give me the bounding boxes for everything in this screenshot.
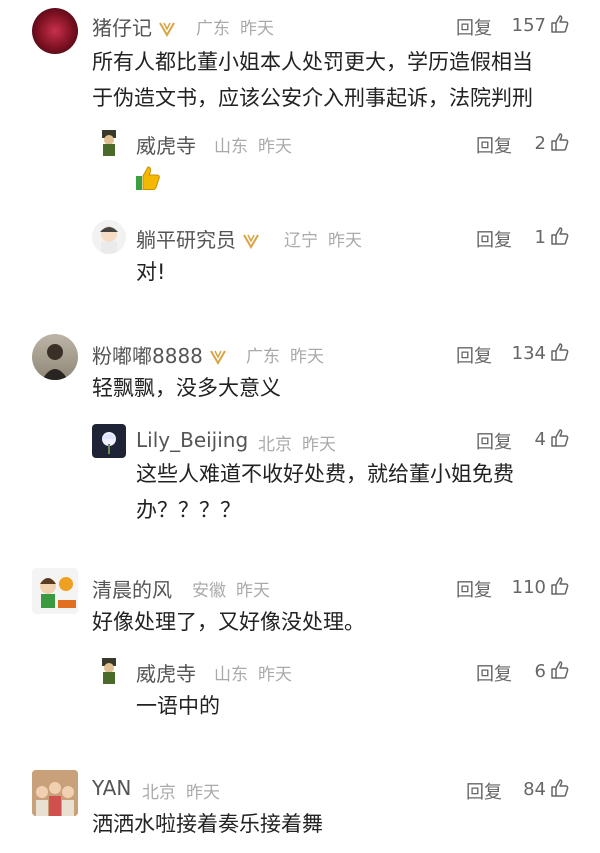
thumbs-up-icon: [551, 577, 569, 595]
avatar[interactable]: [92, 424, 126, 458]
thumbs-up-icon: [551, 779, 569, 797]
like-button[interactable]: 157: [512, 14, 570, 36]
like-button[interactable]: 84: [523, 778, 570, 800]
vip-badge-icon: [159, 22, 175, 37]
avatar[interactable]: [32, 770, 78, 816]
comment-meta: 北京 昨天: [142, 783, 220, 803]
thumbs-up-icon: [551, 133, 569, 151]
reply-button[interactable]: 回复: [456, 576, 492, 602]
like-button[interactable]: 2: [535, 132, 570, 154]
reply-button[interactable]: 回复: [456, 342, 492, 368]
reply-author[interactable]: 躺平研究员: [136, 224, 260, 253]
reply-button[interactable]: 回复: [476, 428, 512, 454]
avatar[interactable]: [92, 126, 126, 160]
reply-button[interactable]: 回复: [476, 132, 512, 158]
avatar[interactable]: [92, 654, 126, 688]
reply-button[interactable]: 回复: [466, 778, 502, 804]
reply-button[interactable]: 回复: [456, 14, 492, 40]
avatar[interactable]: [92, 220, 126, 254]
reply-text: 对!: [136, 260, 166, 284]
reply-text: 一语中的: [136, 694, 220, 718]
thumbs-up-icon: [551, 429, 569, 447]
reply-button[interactable]: 回复: [476, 660, 512, 686]
like-button[interactable]: 6: [535, 660, 570, 682]
comment-text: 所有人都比董小姐本人处罚更大，学历造假相当 于伪造文书，应该公安介入刑事起诉，法…: [92, 50, 533, 110]
reply-text: 这些人难道不收好处费，就给董小姐免费 办？？？？: [136, 462, 514, 522]
comment-author[interactable]: 猪仔记: [92, 12, 176, 41]
thumbs-up-icon: [551, 15, 569, 33]
thumbs-up-icon: [551, 227, 569, 245]
comment-author[interactable]: YAN: [92, 776, 131, 800]
thumbs-up-icon: [551, 343, 569, 361]
comment-text: 轻飘飘，没多大意义: [92, 376, 281, 400]
comment-meta: 广东 昨天: [196, 19, 274, 39]
like-button[interactable]: 1: [535, 226, 570, 248]
like-button[interactable]: 4: [535, 428, 570, 450]
comment-text: 洒洒水啦接着奏乐接着舞: [92, 812, 323, 836]
like-button[interactable]: 134: [512, 342, 570, 364]
avatar[interactable]: [32, 8, 78, 54]
reply-meta: 山东 昨天: [214, 137, 292, 157]
comment-author[interactable]: 粉嘟嘟8888: [92, 340, 227, 369]
reply-author[interactable]: Lily_Beijing: [136, 428, 248, 452]
avatar[interactable]: [32, 334, 78, 380]
comment-meta: 安徽 昨天: [192, 581, 270, 601]
like-button[interactable]: 110: [512, 576, 570, 598]
vip-badge-icon: [243, 234, 259, 249]
comment-author[interactable]: 清晨的风: [92, 574, 172, 603]
reply-author[interactable]: 威虎寺: [136, 658, 196, 687]
comment-text: 好像处理了，又好像没处理。: [92, 610, 365, 634]
vip-badge-icon: [210, 350, 226, 365]
reply-meta: 北京 昨天: [258, 435, 336, 455]
reply-meta: 山东 昨天: [214, 665, 292, 685]
thumbs-up-icon: [551, 661, 569, 679]
avatar[interactable]: [32, 568, 78, 614]
reply-button[interactable]: 回复: [476, 226, 512, 252]
reply-meta: 辽宁 昨天: [284, 231, 362, 251]
thumbs-up-emoji: [134, 164, 162, 198]
comment-meta: 广东 昨天: [246, 347, 324, 367]
reply-author[interactable]: 威虎寺: [136, 130, 196, 159]
